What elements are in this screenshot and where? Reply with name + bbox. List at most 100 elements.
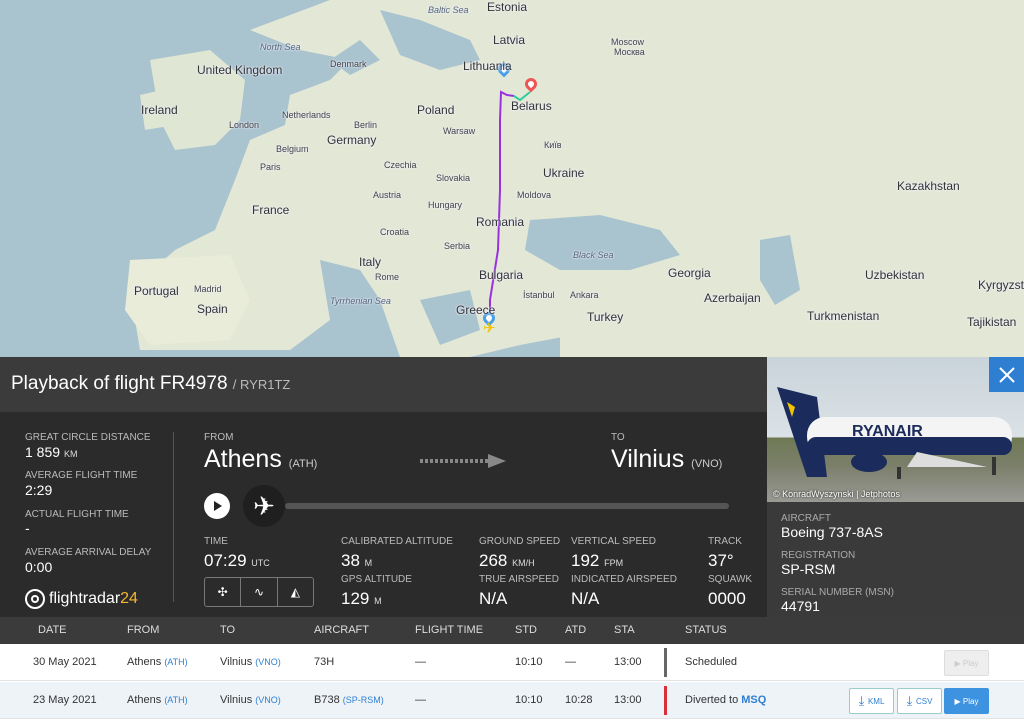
row-flight-time: — xyxy=(415,694,426,706)
download-csv-button[interactable]: ⤓ CSV xyxy=(897,688,942,714)
col-atd: ATD xyxy=(565,624,587,636)
to-city: Vilnius (VNO) xyxy=(611,445,723,473)
from-label: FROM xyxy=(204,432,234,443)
to-label: TO xyxy=(611,432,625,443)
map-label-kyiv: Київ xyxy=(544,140,562,150)
gs-value: 268 KM/H xyxy=(479,551,535,570)
vs-label: VERTICAL SPEED xyxy=(571,536,657,547)
radar-icon xyxy=(25,589,45,609)
divider xyxy=(173,432,174,602)
delay-value: 0:00 xyxy=(25,559,53,575)
map-label-turkey: Turkey xyxy=(587,310,624,324)
row-sta: 13:00 xyxy=(614,694,642,706)
table-header: DATE FROM TO AIRCRAFT FLIGHT TIME STD AT… xyxy=(0,617,1024,644)
gs-label: GROUND SPEED xyxy=(479,536,561,547)
aircraft-info: RYANAIR © KonradWyszynski | Jetphotos AI… xyxy=(767,357,1024,617)
time-label: TIME xyxy=(204,536,228,547)
row-from: Athens (ATH) xyxy=(127,694,188,706)
row-status: Diverted to MSQ xyxy=(685,694,767,706)
collapse-icon: ✣ xyxy=(217,585,228,599)
map-label-moscow-ru: Москва xyxy=(614,47,645,57)
map-label-bulgaria: Bulgaria xyxy=(479,268,524,282)
flight-map[interactable]: ✈ Baltic Sea Estonia North Sea Latvia Denmar… xyxy=(0,0,1024,357)
actual-label: ACTUAL FLIGHT TIME xyxy=(25,509,129,520)
squawk-label: SQUAWK xyxy=(708,574,753,585)
map-label-estonia: Estonia xyxy=(487,0,528,14)
map-label-uzbekistan: Uzbekistan xyxy=(865,268,925,282)
map-label-azerbaijan: Azerbaijan xyxy=(704,291,761,305)
flight-history-table: DATE FROM TO AIRCRAFT FLIGHT TIME STD AT… xyxy=(0,617,1024,724)
aircraft-image: RYANAIR xyxy=(777,387,1012,479)
map-label-serbia: Serbia xyxy=(444,241,471,251)
aircraft-type-value: Boeing 737-8AS xyxy=(781,524,883,540)
photo-credit[interactable]: © KonradWyszynski | Jetphotos xyxy=(773,489,900,499)
page-title: Playback of flight FR4978 / RYR1TZ xyxy=(11,373,291,394)
map-label-italy: Italy xyxy=(359,255,382,269)
map-label-portugal: Portugal xyxy=(134,284,179,298)
map-label-belgium: Belgium xyxy=(276,144,309,154)
row-sta: 13:00 xyxy=(614,656,642,668)
timeline-handle[interactable]: ✈ xyxy=(243,485,285,527)
map-label-greece: Greece xyxy=(456,303,496,317)
map-label-united-kingdom: United Kingdom xyxy=(197,63,283,77)
route-arrow-icon xyxy=(420,454,506,468)
row-to: Vilnius (VNO) xyxy=(220,656,281,668)
row-status: Scheduled xyxy=(685,656,737,668)
row-aircraft: B738 (SP-RSM) xyxy=(314,694,384,706)
callsign: / RYR1TZ xyxy=(232,377,291,392)
map-label-spain: Spain xyxy=(197,302,228,316)
flightradar24-logo[interactable]: flightradar 24 xyxy=(25,589,138,609)
table-row[interactable]: 30 May 2021 Athens (ATH) Vilnius (VNO) 7… xyxy=(0,644,1024,681)
cal-alt-label: CALIBRATED ALTITUDE xyxy=(341,536,453,547)
aircraft-photo[interactable]: RYANAIR © KonradWyszynski | Jetphotos xyxy=(767,357,1024,502)
col-std: STD xyxy=(515,624,537,636)
route-view-button[interactable]: ∿ xyxy=(241,578,278,606)
map-label-tajikistan: Tajikistan xyxy=(967,315,1017,329)
map-label-netherlands: Netherlands xyxy=(282,110,331,120)
row-aircraft: 73H xyxy=(314,656,335,668)
diverted-airport-link[interactable]: MSQ xyxy=(741,694,766,706)
close-button[interactable] xyxy=(989,357,1024,392)
time-value: 07:29 UTC xyxy=(204,551,270,570)
download-icon: ⤓ xyxy=(858,693,868,708)
map-label-belarus: Belarus xyxy=(511,99,552,113)
row-atd: — xyxy=(565,656,576,668)
map-label-austria: Austria xyxy=(373,190,402,200)
table-row[interactable]: 23 May 2021 Athens (ATH) Vilnius (VNO) B… xyxy=(0,682,1024,719)
airplane-icon: ✈ xyxy=(253,491,275,521)
gps-alt-label: GPS ALTITUDE xyxy=(341,574,412,585)
map-label-poland: Poland xyxy=(417,103,455,117)
fit-view-button[interactable]: ✣ xyxy=(205,578,242,606)
col-aircraft: AIRCRAFT xyxy=(314,624,369,636)
altitude-graph-button[interactable]: ◭ xyxy=(278,578,313,606)
gcd-label: GREAT CIRCLE DISTANCE xyxy=(25,432,151,443)
aircraft-marker-icon[interactable]: ✈ xyxy=(483,319,496,337)
map-label-ireland: Ireland xyxy=(141,103,178,117)
gps-alt-value: 129 M xyxy=(341,589,382,608)
svg-text:RYANAIR: RYANAIR xyxy=(852,423,923,440)
play-icon: ▶ xyxy=(954,696,963,706)
playback-timeline[interactable] xyxy=(285,503,729,509)
delay-label: AVERAGE ARRIVAL DELAY xyxy=(25,547,152,558)
status-indicator xyxy=(664,648,667,677)
play-button[interactable]: ▶ Play xyxy=(944,688,989,714)
from-city: Athens (ATH) xyxy=(204,445,318,473)
map-label-kazakhstan: Kazakhstan xyxy=(897,179,960,193)
flight-info-panel: GREAT CIRCLE DISTANCE 1 859 KM AVERAGE F… xyxy=(0,412,767,617)
ias-value: N/A xyxy=(571,589,600,608)
col-from: FROM xyxy=(127,624,160,636)
play-button[interactable]: ▶ Play xyxy=(944,650,989,676)
row-date: 30 May 2021 xyxy=(33,656,97,668)
status-indicator xyxy=(664,686,667,715)
map-label-madrid: Madrid xyxy=(194,284,222,294)
map-label-moscow: Moscow xyxy=(611,37,645,47)
tas-label: TRUE AIRSPEED xyxy=(479,574,560,585)
ias-label: INDICATED AIRSPEED xyxy=(571,574,677,585)
play-icon xyxy=(214,501,222,511)
squawk-value: 0000 xyxy=(708,589,746,608)
map-label-kyrgyzsta: Kyrgyzsta xyxy=(978,278,1024,292)
map-label-ankara: Ankara xyxy=(570,290,599,300)
download-kml-button[interactable]: ⤓ KML xyxy=(849,688,894,714)
map-label-black-sea: Black Sea xyxy=(573,250,614,260)
playback-play-button[interactable] xyxy=(204,493,230,519)
